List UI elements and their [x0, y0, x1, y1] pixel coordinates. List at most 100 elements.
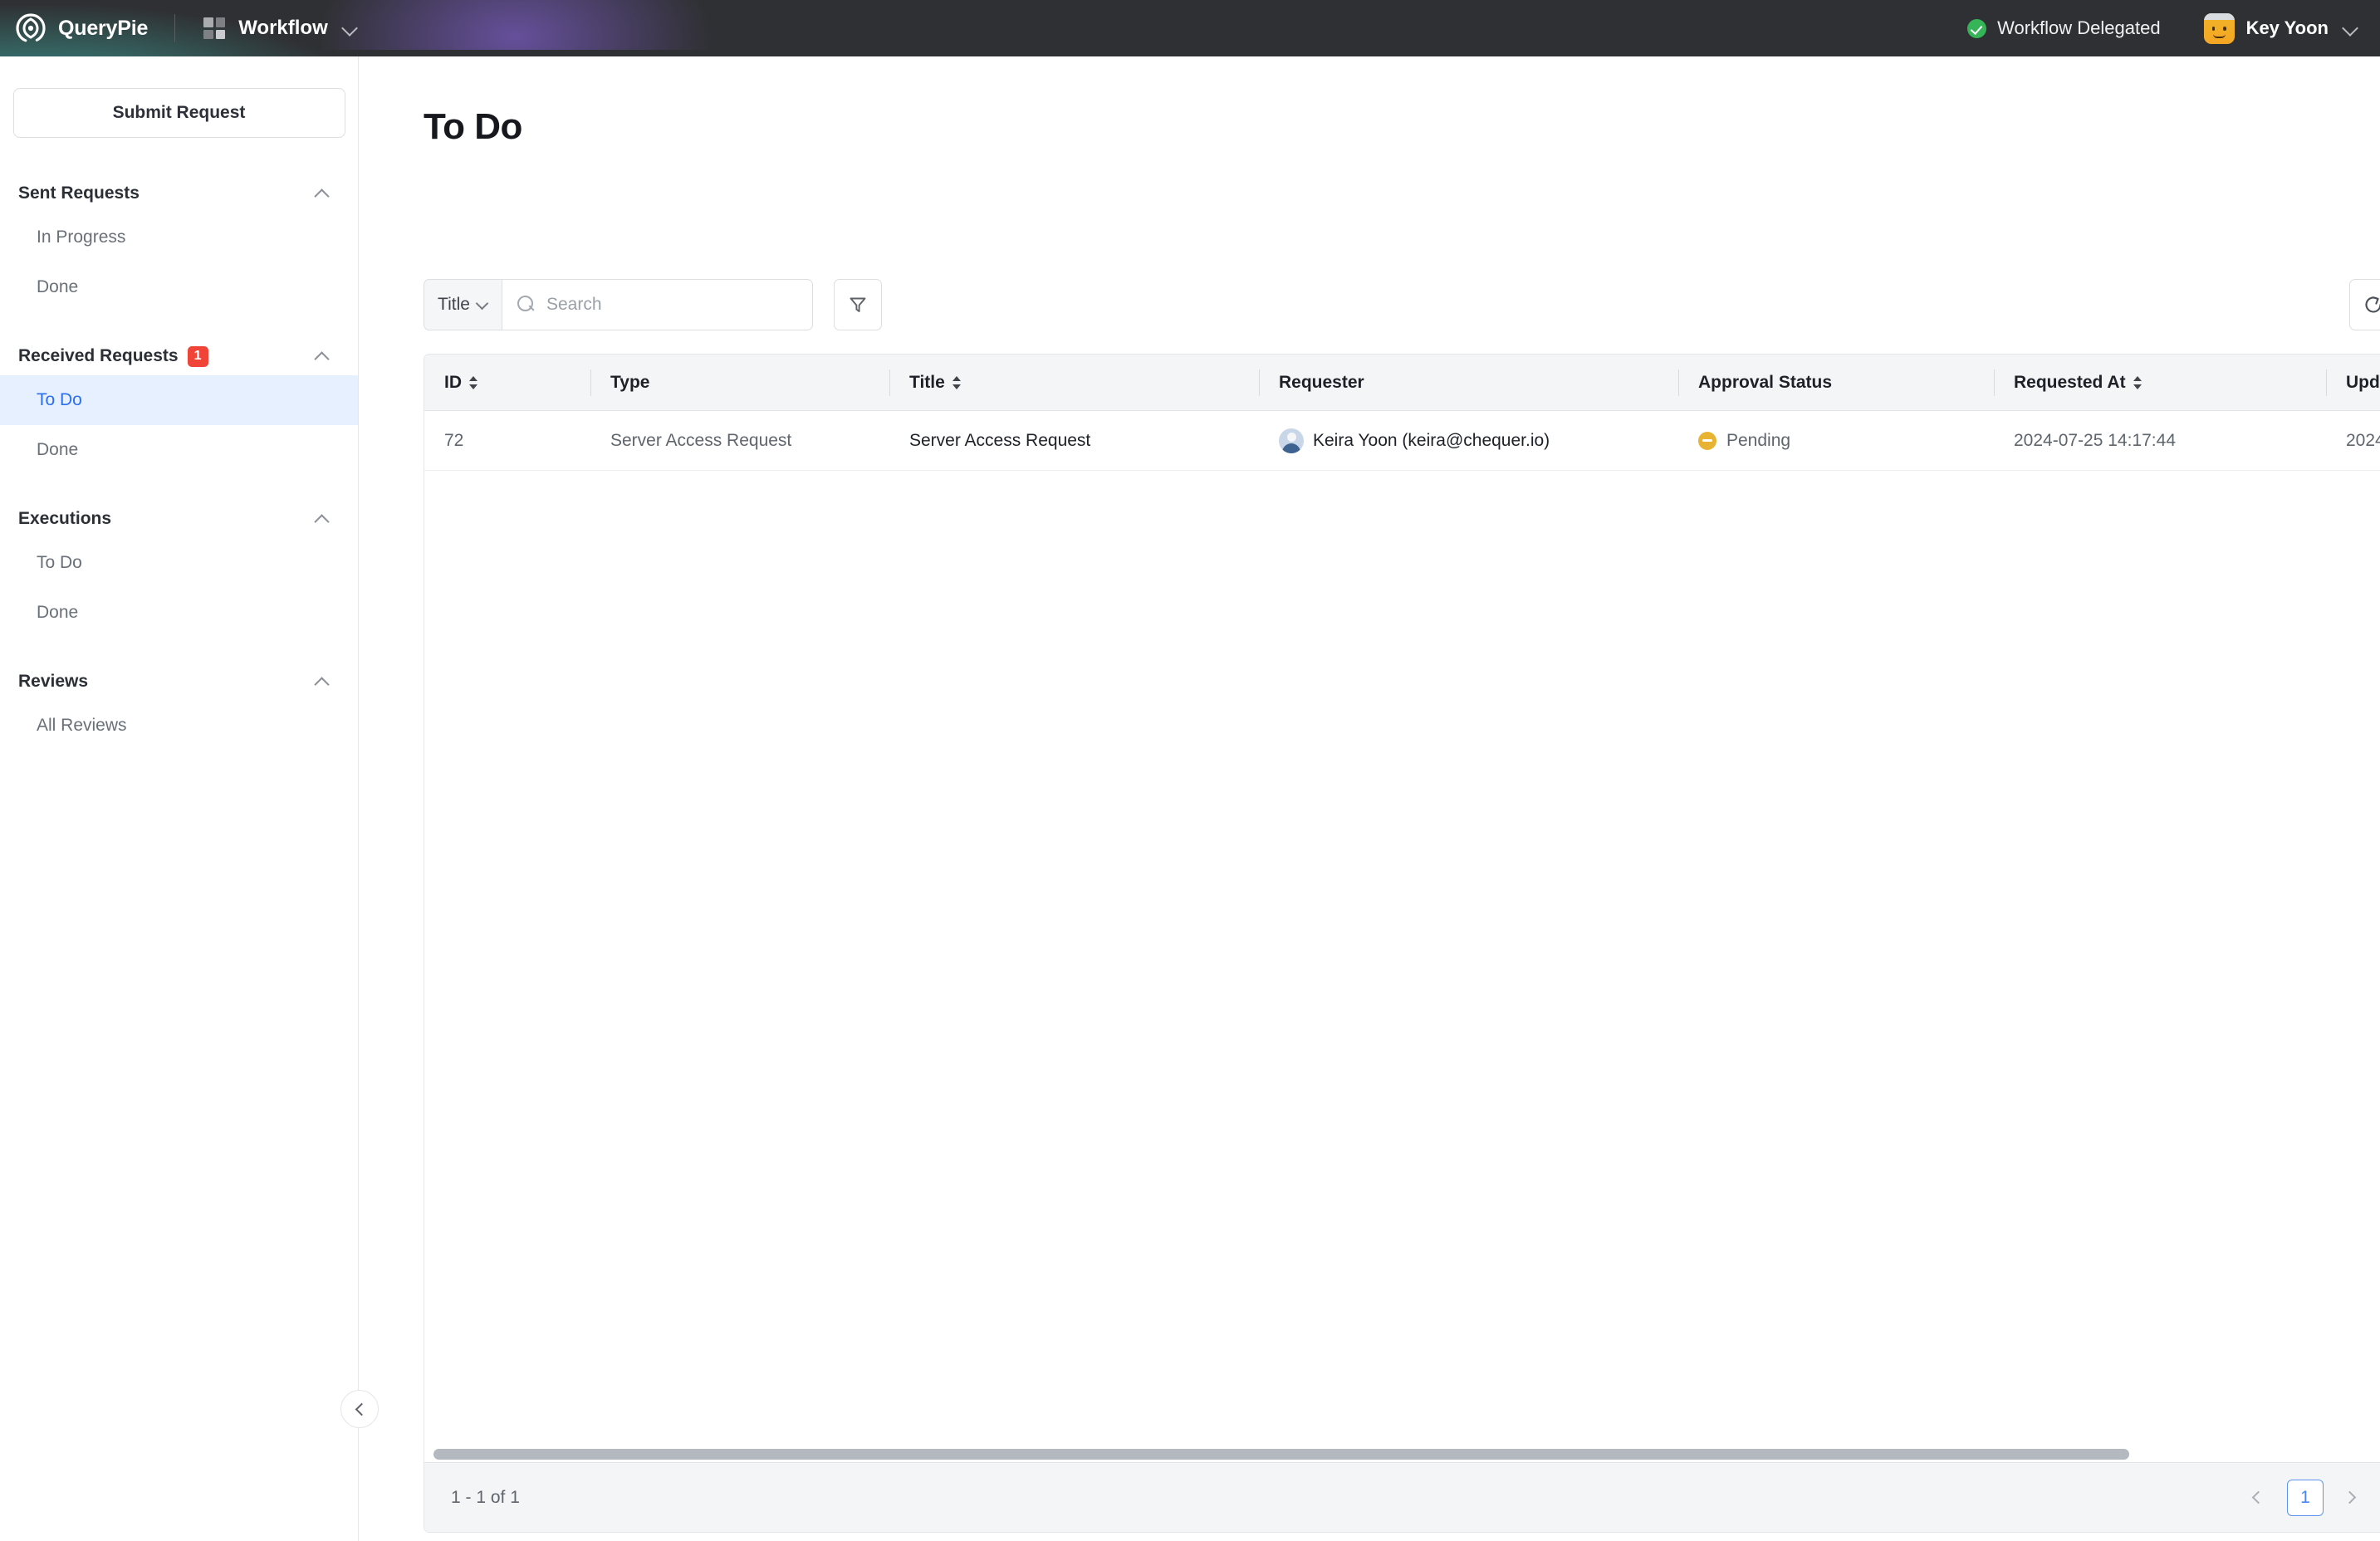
sidebar: Submit Request Sent Requests In Progress…: [0, 56, 359, 1541]
sidebar-item-label: In Progress: [37, 227, 125, 247]
chevron-up-icon[interactable]: [315, 677, 330, 687]
querypie-logo-icon: [15, 12, 47, 44]
sidebar-item-executions-done[interactable]: Done: [0, 588, 358, 638]
workflow-delegated-status[interactable]: Workflow Delegated: [1967, 17, 2160, 39]
sidebar-item-label: Done: [37, 277, 78, 297]
column-label: Requested At: [2014, 373, 2126, 393]
sidebar-item-received-to-do[interactable]: To Do: [0, 375, 358, 425]
previous-page-button[interactable]: [2244, 1483, 2274, 1513]
sidebar-group-executions: Executions To Do Done: [0, 500, 358, 638]
page-title: To Do: [424, 106, 2380, 148]
column-header-title[interactable]: Title: [889, 355, 1259, 410]
cell-approval-status: Pending: [1678, 411, 1994, 470]
module-name[interactable]: Workflow: [238, 17, 328, 40]
chevron-up-icon[interactable]: [315, 351, 330, 361]
column-header-requested-at[interactable]: Requested At: [1994, 355, 2326, 410]
table-header-row: ID Type Title Requester Approval Status …: [424, 355, 2380, 411]
column-header-requester[interactable]: Requester: [1259, 355, 1678, 410]
pagination: 1: [2244, 1480, 2367, 1516]
cell-updated-at: 2024: [2326, 411, 2380, 470]
chevron-up-icon[interactable]: [315, 188, 330, 198]
sidebar-item-sent-in-progress[interactable]: In Progress: [0, 213, 358, 262]
table-row[interactable]: 72 Server Access Request Server Access R…: [424, 411, 2380, 471]
sidebar-item-label: Done: [37, 603, 78, 623]
table-toolbar: Title: [424, 279, 2380, 330]
sidebar-group-title: Received Requests: [18, 346, 179, 366]
cell-type: Server Access Request: [590, 411, 889, 470]
sidebar-item-all-reviews[interactable]: All Reviews: [0, 701, 358, 751]
column-header-id[interactable]: ID: [424, 355, 590, 410]
sidebar-group-header-received-requests[interactable]: Received Requests 1: [0, 337, 358, 375]
page-number-button[interactable]: 1: [2287, 1480, 2324, 1516]
requests-table: ID Type Title Requester Approval Status …: [424, 354, 2380, 1533]
chevron-down-icon[interactable]: [341, 20, 358, 37]
sidebar-group-title: Reviews: [18, 672, 88, 692]
next-page-button[interactable]: [2337, 1483, 2367, 1513]
sidebar-item-sent-done[interactable]: Done: [0, 262, 358, 312]
column-label: Approval Status: [1698, 373, 1832, 393]
sort-icon[interactable]: [952, 373, 962, 393]
brand-name: QueryPie: [58, 17, 148, 41]
column-label: Requester: [1279, 373, 1364, 393]
filter-icon: [847, 294, 869, 316]
horizontal-scrollbar-track[interactable]: [424, 1446, 2380, 1462]
avatar: [2204, 13, 2235, 44]
main-content: To Do Title ID: [360, 56, 2380, 1541]
user-name: Key Yoon: [2246, 17, 2329, 39]
column-header-approval-status[interactable]: Approval Status: [1678, 355, 1994, 410]
requester-name: Keira Yoon (keira@chequer.io): [1313, 431, 1550, 451]
column-header-updated-at[interactable]: Upda: [2326, 355, 2380, 410]
chevron-left-icon: [355, 1402, 368, 1416]
column-label: Upda: [2346, 373, 2380, 393]
module-grid-icon[interactable]: [203, 17, 225, 39]
pending-status-icon: [1698, 432, 1716, 450]
sidebar-item-received-done[interactable]: Done: [0, 425, 358, 475]
column-header-type[interactable]: Type: [590, 355, 889, 410]
cell-requested-at: 2024-07-25 14:17:44: [1994, 411, 2326, 470]
search-field-selector-label: Title: [438, 295, 470, 315]
chevron-down-icon: [477, 299, 488, 311]
sidebar-group-reviews: Reviews All Reviews: [0, 663, 358, 751]
search-input[interactable]: [546, 295, 796, 315]
chevron-up-icon[interactable]: [315, 514, 330, 524]
sidebar-item-label: To Do: [37, 390, 82, 410]
approval-status-label: Pending: [1726, 431, 1790, 451]
sidebar-group-title: Sent Requests: [18, 183, 140, 203]
sidebar-item-executions-to-do[interactable]: To Do: [0, 538, 358, 588]
horizontal-scrollbar-thumb[interactable]: [433, 1449, 2129, 1460]
workflow-delegated-label: Workflow Delegated: [1997, 17, 2160, 39]
cell-id: 72: [424, 411, 590, 470]
sidebar-group-received-requests: Received Requests 1 To Do Done: [0, 337, 358, 475]
column-label: Type: [610, 373, 649, 393]
sidebar-item-label: All Reviews: [37, 716, 127, 736]
refresh-button[interactable]: [2349, 279, 2380, 330]
sort-icon[interactable]: [469, 373, 479, 393]
chevron-right-icon: [2343, 1490, 2357, 1504]
search-icon: [517, 296, 536, 314]
user-chevron-down-icon[interactable]: [2342, 20, 2358, 37]
sidebar-group-header-executions[interactable]: Executions: [0, 500, 358, 538]
refresh-icon: [2362, 293, 2380, 316]
table-footer: 1 - 1 of 1 1: [424, 1462, 2380, 1532]
submit-request-button[interactable]: Submit Request: [13, 88, 345, 138]
sidebar-group-title: Executions: [18, 509, 111, 529]
user-menu[interactable]: Key Yoon: [2204, 13, 2358, 44]
requester-avatar-icon: [1279, 428, 1304, 453]
status-badge: 1: [188, 346, 208, 367]
chevron-left-icon: [2252, 1490, 2265, 1504]
sidebar-collapse-button[interactable]: [340, 1390, 379, 1428]
column-label: ID: [444, 373, 462, 393]
cell-requester: Keira Yoon (keira@chequer.io): [1259, 411, 1678, 470]
result-count: 1 - 1 of 1: [451, 1488, 520, 1508]
sidebar-group-header-sent-requests[interactable]: Sent Requests: [0, 174, 358, 213]
search-field-selector[interactable]: Title: [424, 279, 502, 330]
sort-icon[interactable]: [2133, 373, 2143, 393]
cell-title[interactable]: Server Access Request: [889, 411, 1259, 470]
sidebar-item-label: To Do: [37, 553, 82, 573]
sidebar-group-header-reviews[interactable]: Reviews: [0, 663, 358, 701]
check-circle-icon: [1967, 19, 1986, 38]
filter-button[interactable]: [834, 279, 882, 330]
top-bar: QueryPie Workflow Workflow Delegated Key…: [0, 0, 2380, 56]
search-box[interactable]: [502, 279, 813, 330]
column-label: Title: [909, 373, 945, 393]
